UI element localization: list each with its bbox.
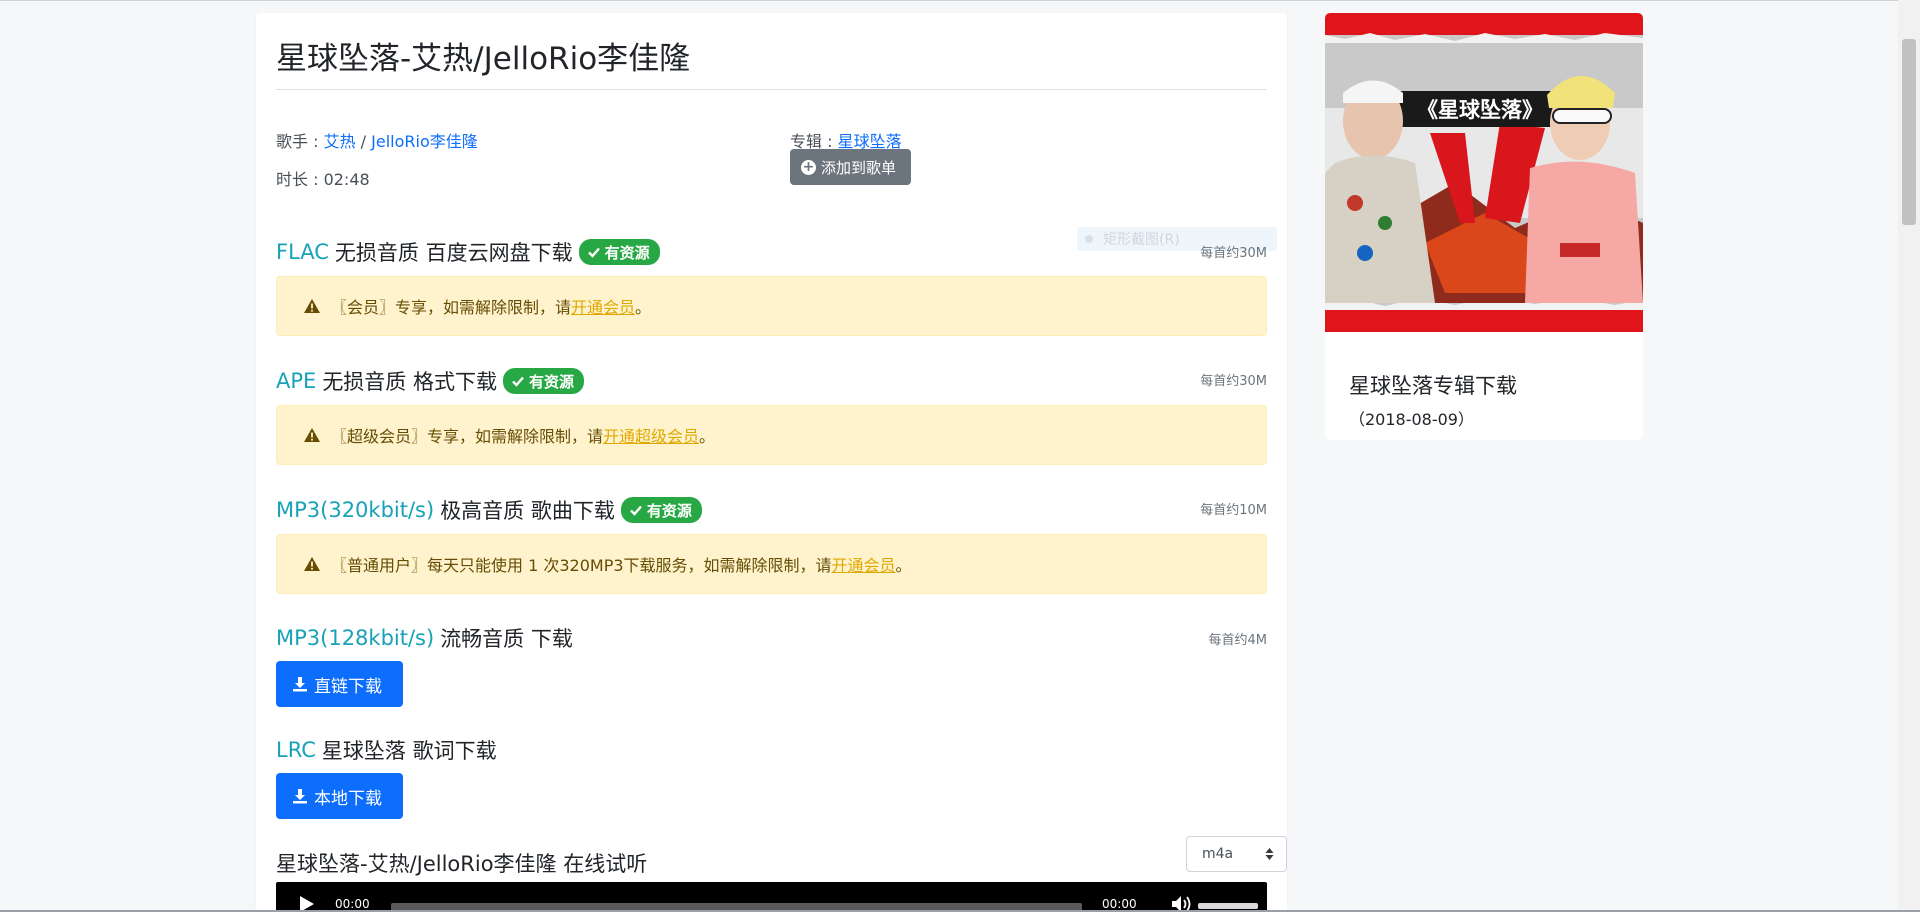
ape-badge-label: 有资源: [529, 372, 575, 391]
mp3-128-format-label: MP3(128kbit/s): [276, 626, 435, 650]
flac-description: 无损音质 百度云网盘下载: [334, 241, 573, 265]
duration-text: 时长 : 02:48: [276, 170, 370, 189]
direct-download-button[interactable]: 直链下载: [276, 661, 403, 707]
check-icon: [630, 505, 642, 516]
download-icon: [293, 677, 307, 692]
ape-upgrade-link[interactable]: 开通超级会员: [603, 427, 699, 446]
download-icon: [293, 789, 307, 804]
singer-separator: /: [355, 132, 372, 151]
singer-label: 歌手 :: [276, 132, 324, 151]
flac-format-label: FLAC: [276, 240, 329, 264]
warning-icon: [304, 428, 320, 442]
page-title: 星球坠落-艾热/JelloRio李佳隆: [276, 41, 691, 77]
format-select-value: m4a: [1202, 846, 1234, 862]
flac-upgrade-link[interactable]: 开通会员: [571, 298, 635, 317]
title-divider: [276, 89, 1267, 90]
singer-line: 歌手 : 艾热 / JelloRio李佳隆: [276, 128, 478, 152]
album-release-date: （2018-08-09）: [1349, 410, 1474, 429]
hint-dot: [1085, 235, 1093, 243]
flac-badge-label: 有资源: [604, 243, 650, 262]
mp3-320-badge-label: 有资源: [646, 501, 692, 520]
check-icon: [587, 247, 600, 258]
current-time: 00:00: [335, 897, 370, 911]
page-scrollbar-thumb[interactable]: [1902, 39, 1916, 225]
ape-section-title: APE 无损音质 格式下载 有资源: [276, 366, 585, 396]
mp3-128-section-title: MP3(128kbit/s) 流畅音质 下载: [276, 623, 573, 653]
flac-member-alert: 〖会员〗专享，如需解除限制，请开通会员。: [276, 276, 1267, 336]
check-icon: [512, 376, 524, 387]
album-download-title[interactable]: 星球坠落专辑下载: [1349, 370, 1517, 400]
lrc-description: 星球坠落 歌词下载: [321, 739, 497, 763]
mp3-320-resource-badge: 有资源: [620, 497, 702, 523]
flac-section-title: FLAC 无损音质 百度云网盘下载 有资源: [276, 237, 660, 267]
screenshot-hint-text: 矩形截图(R): [1103, 232, 1180, 248]
flac-resource-badge: 有资源: [578, 239, 660, 265]
mp3-320-section-title: MP3(320kbit/s) 极高音质 歌曲下载 有资源: [276, 495, 702, 525]
mp3-320-limit-alert: 〖普通用户〗每天只能使用 1 次320MP3下载服务，如需解除限制，请开通会员。: [276, 534, 1267, 594]
mp3-320-size-note: 每首约10M: [1200, 503, 1267, 518]
ape-alert-end: 。: [699, 427, 716, 446]
mp3-320-description: 极高音质 歌曲下载: [440, 499, 615, 523]
plus-circle-icon: +: [801, 158, 816, 175]
ape-description: 无损音质 格式下载: [322, 370, 497, 394]
add-to-playlist-button[interactable]: + 添加到歌单: [790, 149, 911, 185]
flac-alert-text: 〖会员〗专享，如需解除限制，请: [331, 298, 572, 317]
direct-download-label: 直链下载: [314, 676, 382, 697]
flac-size-note: 每首约30M: [1200, 246, 1267, 261]
ape-format-label: APE: [276, 369, 317, 393]
mp3-320-format-label: MP3(320kbit/s): [276, 498, 435, 522]
song-detail-card: 星球坠落-艾热/JelloRio李佳隆 歌手 : 艾热 / JelloRio李佳…: [256, 13, 1287, 912]
cover-caption: 《星球坠落》: [1417, 98, 1543, 122]
lrc-format-label: LRC: [276, 738, 316, 762]
mp3-320-upgrade-link[interactable]: 开通会员: [832, 556, 896, 575]
flac-alert-end: 。: [635, 298, 652, 317]
ape-alert-text: 〖超级会员〗专享，如需解除限制，请: [331, 427, 604, 446]
album-card[interactable]: 《星球坠落》 星球坠落专辑下载 （2018-08-09）: [1325, 13, 1643, 440]
mp3-128-size-note: 每首约4M: [1208, 633, 1268, 648]
ape-resource-badge: 有资源: [503, 368, 585, 394]
add-to-playlist-label: 添加到歌单: [821, 158, 897, 177]
format-select[interactable]: m4a: [1186, 836, 1287, 872]
ape-member-alert: 〖超级会员〗专享，如需解除限制，请开通超级会员。: [276, 405, 1267, 465]
album-cover-image[interactable]: 《星球坠落》: [1325, 13, 1643, 332]
lrc-section-title: LRC 星球坠落 歌词下载: [276, 735, 497, 765]
ape-size-note: 每首约30M: [1200, 374, 1267, 389]
mp3-320-alert-end: 。: [895, 556, 912, 575]
singer-link-2[interactable]: JelloRio李佳隆: [371, 132, 478, 151]
window-top-edge: [0, 0, 1920, 1]
local-download-button[interactable]: 本地下载: [276, 773, 403, 819]
volume-slider[interactable]: [1198, 903, 1258, 909]
listen-title: 星球坠落-艾热/JelloRio李佳隆 在线试听: [276, 852, 648, 876]
duration-time: 00:00: [1102, 897, 1137, 911]
mp3-320-alert-text: 〖普通用户〗每天只能使用 1 次320MP3下载服务，如需解除限制，请: [331, 556, 832, 575]
audio-player: 00:00 00:00: [276, 882, 1267, 912]
warning-icon: [304, 557, 320, 571]
singer-link-1[interactable]: 艾热: [324, 132, 356, 151]
warning-icon: [304, 299, 320, 313]
mp3-128-description: 流畅音质 下载: [440, 627, 573, 651]
local-download-label: 本地下载: [314, 788, 382, 809]
song-detail-body: 星球坠落-艾热/JelloRio李佳隆 歌手 : 艾热 / JelloRio李佳…: [276, 13, 1287, 912]
sort-arrows-icon: [1265, 848, 1274, 860]
